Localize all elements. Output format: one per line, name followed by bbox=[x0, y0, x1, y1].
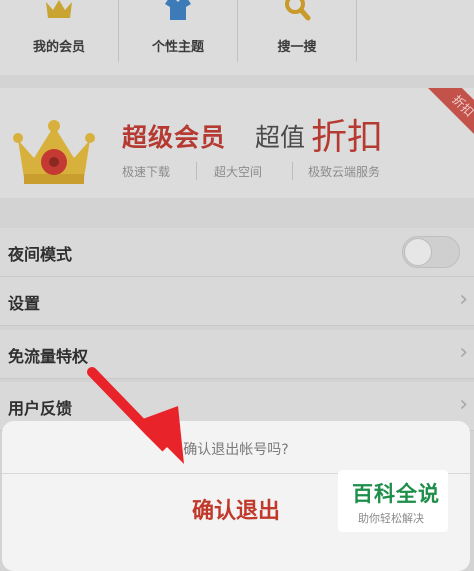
banner-feature: 极速下载 bbox=[122, 165, 171, 179]
ribbon-label: 折扣 bbox=[422, 88, 474, 142]
search-icon bbox=[285, 0, 311, 21]
banner-title: 超级会员 bbox=[122, 123, 227, 152]
discount-ribbon: 折扣 bbox=[420, 88, 474, 142]
top-menu-label: 我的会员 bbox=[32, 40, 85, 55]
dialog-question: 确认退出帐号吗? bbox=[183, 442, 289, 458]
list-item-label: 用户反馈 bbox=[8, 399, 73, 418]
list-item-night-mode: 夜间模式 bbox=[0, 228, 474, 277]
banner-title-plain: 超值 bbox=[255, 123, 306, 152]
watermark-subtitle: 助你轻松解决 bbox=[358, 512, 424, 525]
chevron-right-icon: › bbox=[459, 287, 468, 312]
chevron-right-icon: › bbox=[459, 392, 468, 417]
list-item-settings[interactable]: 设置 › bbox=[0, 277, 474, 326]
watermark-logo: 百科全说 助你轻松解决 bbox=[338, 470, 448, 532]
shirt-icon bbox=[165, 0, 191, 20]
top-menu-label: 搜一搜 bbox=[277, 40, 317, 55]
night-mode-toggle[interactable] bbox=[402, 236, 460, 268]
divider bbox=[356, 0, 357, 62]
crown-icon bbox=[46, 0, 72, 18]
top-menu-label: 个性主题 bbox=[151, 40, 204, 55]
list-item-label: 夜间模式 bbox=[8, 245, 73, 264]
list-item-data-privilege[interactable]: 免流量特权 › bbox=[0, 330, 474, 379]
watermark-title: 百科全说 bbox=[352, 482, 440, 506]
top-menu-item-search[interactable]: 搜一搜 bbox=[238, 0, 356, 75]
divider bbox=[292, 162, 293, 180]
list-item-label: 设置 bbox=[8, 294, 41, 313]
top-menu: 我的会员 个性主题 搜一搜 bbox=[0, 0, 474, 75]
banner-feature: 极致云端服务 bbox=[308, 165, 381, 179]
banner-feature: 超大空间 bbox=[214, 165, 263, 179]
top-menu-item-member[interactable]: 我的会员 bbox=[0, 0, 118, 75]
chevron-right-icon: › bbox=[459, 340, 468, 365]
toggle-knob bbox=[404, 238, 432, 266]
banner-title-big: 折扣 bbox=[311, 117, 384, 158]
top-menu-item-theme[interactable]: 个性主题 bbox=[119, 0, 237, 75]
crown-icon bbox=[13, 120, 95, 184]
list-item-label: 免流量特权 bbox=[8, 347, 89, 366]
divider bbox=[196, 162, 197, 180]
